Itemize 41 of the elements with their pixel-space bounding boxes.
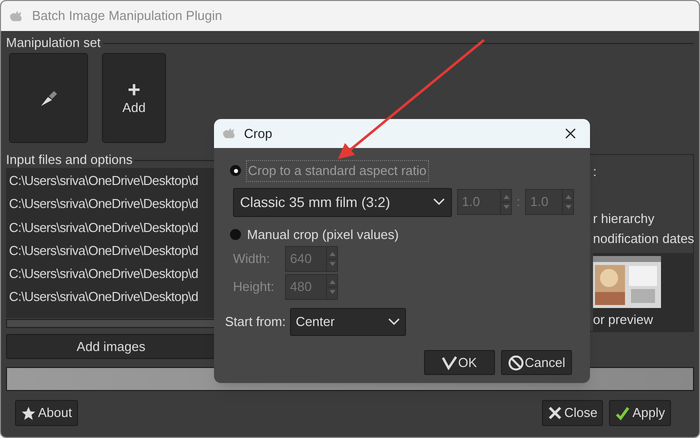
- window-title: Batch Image Manipulation Plugin: [32, 7, 222, 26]
- app-logo-icon: [222, 127, 237, 140]
- radio-button[interactable]: [230, 228, 241, 240]
- file-path[interactable]: C:\Users\sriva\OneDrive\Desktop\d: [6, 238, 216, 262]
- file-path[interactable]: C:\Users\sriva\OneDrive\Desktop\d: [6, 262, 216, 286]
- radio-label[interactable]: Manual crop (pixel values): [246, 224, 400, 244]
- about-button[interactable]: About: [15, 400, 78, 426]
- apply-button[interactable]: Apply: [609, 400, 671, 426]
- radio-button[interactable]: [230, 165, 241, 176]
- file-path[interactable]: C:\Users\sriva\OneDrive\Desktop\d: [6, 169, 216, 192]
- field-label: Start from:: [225, 313, 286, 332]
- field-label: Height:: [233, 278, 276, 296]
- manipulation-tile[interactable]: [9, 53, 88, 143]
- checkmark-icon: [442, 355, 458, 370]
- chevron-down-icon: [432, 198, 445, 206]
- section-label: Input files and options: [6, 152, 132, 168]
- option-label: :: [593, 164, 598, 180]
- ratio-separator: :: [516, 193, 520, 212]
- start-from-dropdown[interactable]: Center: [290, 308, 406, 336]
- preview-label: or preview: [593, 312, 654, 328]
- file-path[interactable]: C:\Users\sriva\OneDrive\Desktop\d: [6, 285, 216, 309]
- add-manipulation-button[interactable]: + Add: [102, 53, 166, 143]
- file-path[interactable]: C:\Users\sriva\OneDrive\Desktop\d: [6, 216, 216, 239]
- add-images-button[interactable]: Add images: [6, 334, 216, 359]
- checkmark-icon: [615, 406, 630, 420]
- close-icon[interactable]: [565, 128, 576, 139]
- prohibited-icon: [508, 354, 524, 370]
- cancel-button[interactable]: Cancel: [501, 350, 572, 375]
- chevron-down-icon: [388, 318, 400, 326]
- close-button[interactable]: Close: [542, 400, 604, 426]
- option-label: nodification dates: [593, 231, 693, 247]
- star-icon: [21, 406, 36, 420]
- ok-button[interactable]: OK: [424, 350, 495, 375]
- file-path[interactable]: C:\Users\sriva\OneDrive\Desktop\d: [6, 192, 216, 216]
- field-label: Width:: [233, 250, 271, 268]
- dialog-title: Crop: [244, 124, 274, 143]
- section-label: Manipulation set: [6, 35, 101, 51]
- app-logo-icon: [9, 10, 24, 22]
- scalpel-icon: [38, 88, 58, 108]
- close-icon: [548, 406, 562, 420]
- option-label: r hierarchy: [593, 211, 656, 227]
